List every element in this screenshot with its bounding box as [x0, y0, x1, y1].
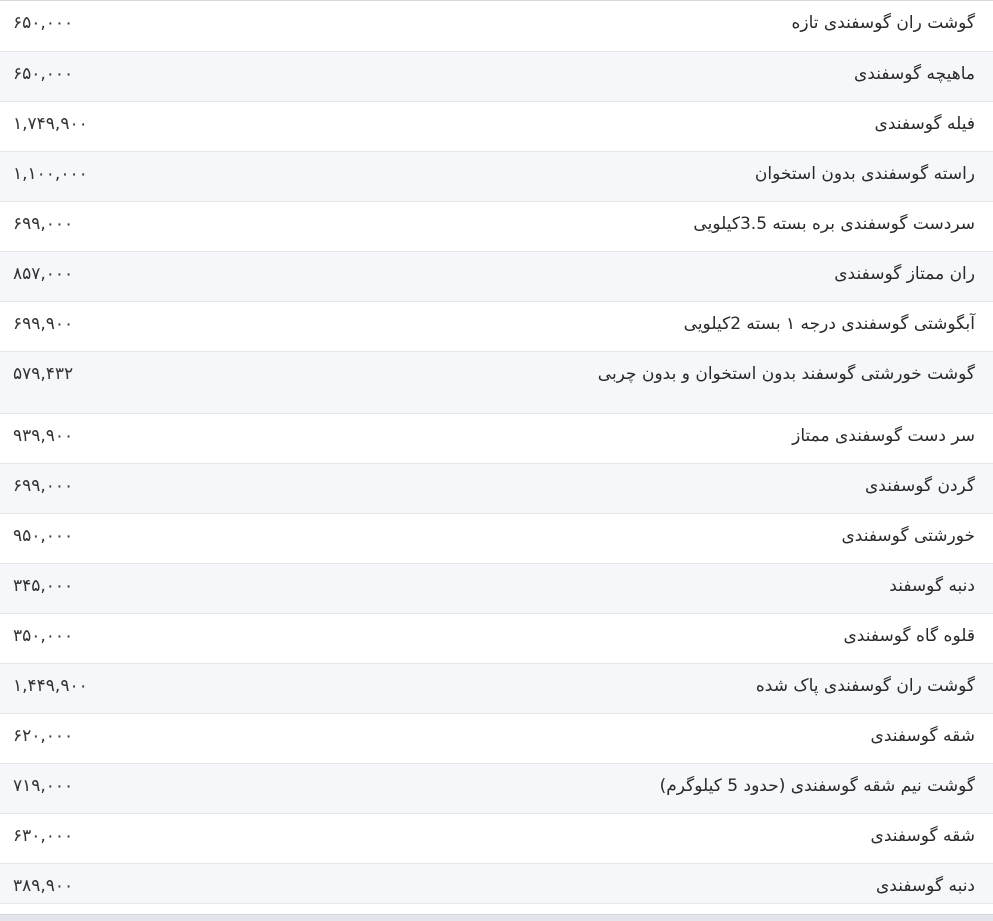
product-name-cell: راسته گوسفندی بدون استخوان	[754, 163, 975, 184]
price-cell: ۶۹۹,۹۰۰	[13, 313, 74, 334]
table-row: ۷۱۹,۰۰۰ گوشت نیم شقه گوسفندی (حدود 5 کیل…	[0, 763, 993, 813]
product-name-cell: ماهیچه گوسفندی	[854, 63, 975, 84]
price-cell: ۹۳۹,۹۰۰	[13, 425, 74, 446]
price-cell: ۶۹۹,۰۰۰	[13, 475, 74, 496]
price-cell: ۱,۱۰۰,۰۰۰	[13, 163, 88, 184]
product-name-cell: دنبه گوسفند	[889, 575, 975, 596]
table-row: ۱,۴۴۹,۹۰۰ گوشت ران گوسفندی پاک شده	[0, 663, 993, 713]
table-row: ۶۵۰,۰۰۰ ماهیچه گوسفندی	[0, 51, 993, 101]
table-row: ۶۳۰,۰۰۰ شقه گوسفندی	[0, 813, 993, 863]
price-cell: ۶۵۰,۰۰۰	[13, 13, 74, 33]
table-row: ۶۵۰,۰۰۰ گوشت ران گوسفندی تازه	[0, 1, 993, 51]
product-name-cell: سر دست گوسفندی ممتاز	[792, 425, 975, 446]
price-cell: ۸۵۷,۰۰۰	[13, 263, 74, 284]
price-cell: ۱,۷۴۹,۹۰۰	[13, 113, 88, 134]
product-name-cell: سردست گوسفندی بره بسته 3.5کیلویی	[693, 213, 975, 234]
table-row: ۹۵۰,۰۰۰ خورشتی گوسفندی	[0, 513, 993, 563]
table-row: ۳۵۰,۰۰۰ قلوه گاه گوسفندی	[0, 613, 993, 663]
table-row: ۳۴۵,۰۰۰ دنبه گوسفند	[0, 563, 993, 613]
product-name-cell: دنبه گوسفندی	[875, 875, 975, 896]
product-name-cell: آبگوشتی گوسفندی درجه ۱ بسته 2کیلویی	[683, 313, 975, 334]
table-row: ۱,۱۰۰,۰۰۰ راسته گوسفندی بدون استخوان	[0, 151, 993, 201]
product-name-cell: گوشت ران گوسفندی پاک شده	[755, 675, 975, 696]
price-cell: ۳۵۰,۰۰۰	[13, 625, 74, 646]
price-cell: ۱,۴۴۹,۹۰۰	[13, 675, 88, 696]
table-row: ۳۸۹,۹۰۰ دنبه گوسفندی	[0, 863, 993, 903]
price-cell: ۳۴۵,۰۰۰	[13, 575, 74, 596]
price-table: ۶۵۰,۰۰۰ گوشت ران گوسفندی تازه ۶۵۰,۰۰۰ ما…	[0, 1, 993, 904]
price-cell: ۳۸۹,۹۰۰	[13, 875, 74, 896]
table-row: ۹۳۹,۹۰۰ سر دست گوسفندی ممتاز	[0, 413, 993, 463]
price-cell: ۶۵۰,۰۰۰	[13, 63, 74, 84]
table-row: ۶۹۹,۰۰۰ سردست گوسفندی بره بسته 3.5کیلویی	[0, 201, 993, 251]
table-row: ۶۲۰,۰۰۰ شقه گوسفندی	[0, 713, 993, 763]
price-cell: ۶۳۰,۰۰۰	[13, 825, 74, 846]
product-name-cell: ران ممتاز گوسفندی	[834, 263, 975, 284]
table-row: ۶۹۹,۹۰۰ آبگوشتی گوسفندی درجه ۱ بسته 2کیل…	[0, 301, 993, 351]
product-name-cell: گوشت خورشتی گوسفند بدون استخوان و بدون چ…	[597, 363, 975, 384]
product-name-cell: گردن گوسفندی	[864, 475, 975, 496]
product-name-cell: گوشت نیم شقه گوسفندی (حدود 5 کیلوگرم)	[659, 775, 975, 796]
product-name-cell: گوشت ران گوسفندی تازه	[791, 13, 975, 33]
price-cell: ۵۷۹,۴۳۲	[13, 363, 74, 384]
table-row: ۶۹۹,۰۰۰ گردن گوسفندی	[0, 463, 993, 513]
table-row: ۵۷۹,۴۳۲ گوشت خورشتی گوسفند بدون استخوان …	[0, 351, 993, 413]
product-name-cell: خورشتی گوسفندی	[841, 525, 975, 546]
price-table-container: ۶۵۰,۰۰۰ گوشت ران گوسفندی تازه ۶۵۰,۰۰۰ ما…	[0, 0, 993, 921]
price-cell: ۷۱۹,۰۰۰	[13, 775, 74, 796]
product-name-cell: فیله گوسفندی	[874, 113, 975, 134]
product-name-cell: شقه گوسفندی	[870, 825, 975, 846]
table-row: ۸۵۷,۰۰۰ ران ممتاز گوسفندی	[0, 251, 993, 301]
product-name-cell: شقه گوسفندی	[870, 725, 975, 746]
product-name-cell: قلوه گاه گوسفندی	[843, 625, 975, 646]
price-cell: ۶۲۰,۰۰۰	[13, 725, 74, 746]
price-cell: ۹۵۰,۰۰۰	[13, 525, 74, 546]
horizontal-scrollbar[interactable]	[0, 914, 993, 921]
price-cell: ۶۹۹,۰۰۰	[13, 213, 74, 234]
table-row: ۱,۷۴۹,۹۰۰ فیله گوسفندی	[0, 101, 993, 151]
